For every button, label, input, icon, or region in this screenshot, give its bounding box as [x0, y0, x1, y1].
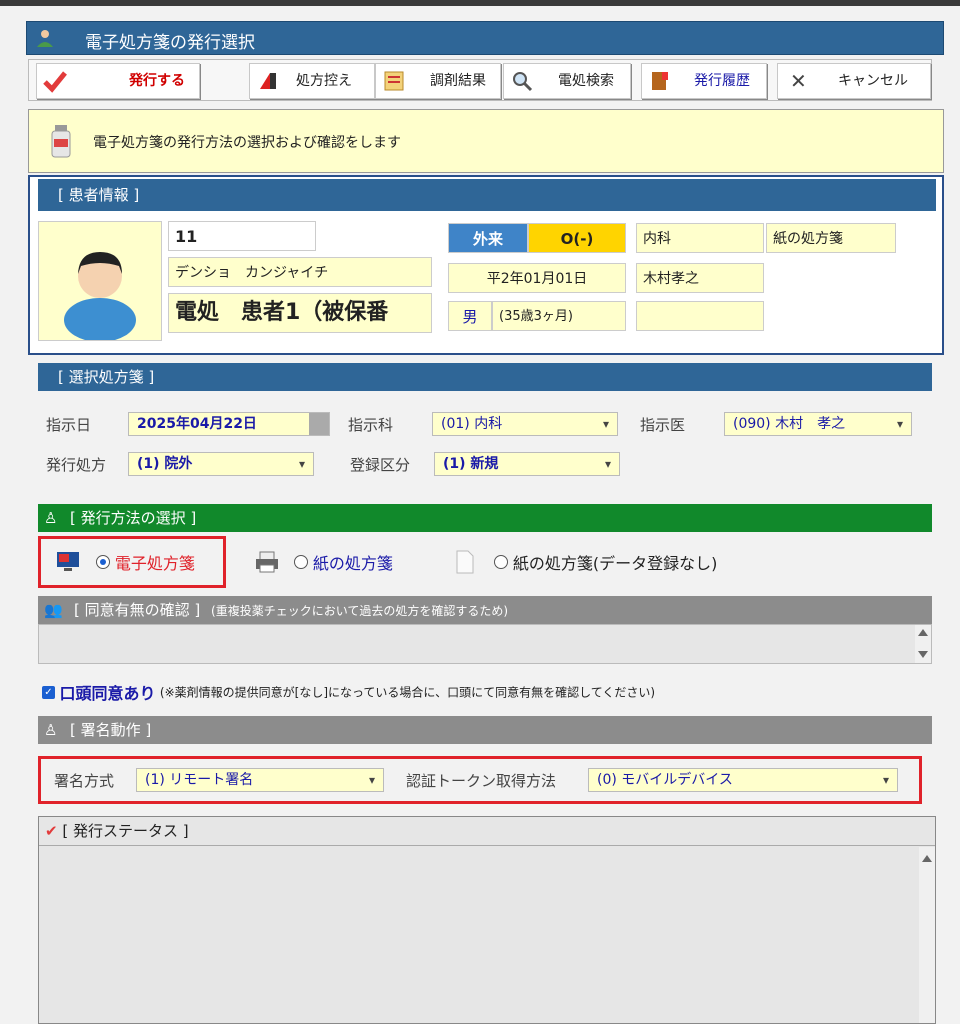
chevron-down-icon: ▾ — [882, 773, 889, 787]
checkmark-icon — [43, 71, 67, 93]
toolbar: 発行する 処方控え 調剤結果 電処検索 発行履歴 ✕ キャンセル — [28, 59, 932, 101]
window-titlebar: 電子処方箋の発行選択 — [26, 21, 944, 55]
cancel-button[interactable]: ✕ キャンセル — [777, 63, 931, 99]
chevron-down-icon: ▾ — [604, 457, 611, 471]
flag-icon — [260, 73, 276, 89]
issue-select[interactable]: (1) 院外 ▾ — [128, 452, 314, 476]
date-picker[interactable]: 2025年04月22日 — [128, 412, 330, 436]
chevron-down-icon: ▾ — [602, 417, 609, 431]
person-icon: ♙ — [44, 721, 58, 739]
date-label: 指示日 — [46, 416, 92, 434]
chevron-down-icon: ▾ — [298, 457, 305, 471]
scroll-down-icon[interactable] — [918, 651, 928, 658]
patient-section-header: [ 患者情報 ] — [38, 179, 936, 211]
signature-header: ♙[ 署名動作 ] — [38, 716, 932, 744]
method-option-paper[interactable]: 紙の処方箋 — [254, 550, 393, 574]
method-option-paper-no-data[interactable]: 紙の処方箋(データ登録なし) — [452, 550, 717, 574]
reg-select[interactable]: (1) 新規 ▾ — [434, 452, 620, 476]
issue-button[interactable]: 発行する — [36, 63, 200, 99]
status-scrollbar[interactable] — [919, 847, 935, 1023]
issue-status-panel: ✔ [ 発行ステータス ] — [38, 816, 936, 1024]
issue-status-header: ✔ [ 発行ステータス ] — [39, 817, 935, 846]
document-icon — [384, 71, 404, 91]
window-title: 電子処方箋の発行選択 — [85, 33, 255, 53]
patient-empty-cell — [636, 301, 764, 331]
top-edge — [0, 0, 960, 6]
token-method-label: 認証トークン取得方法 — [406, 772, 557, 790]
avatar — [38, 221, 162, 342]
signature-method-select[interactable]: (1) リモート署名 ▾ — [136, 768, 384, 792]
patient-birthdate: 平2年01月01日 — [448, 263, 626, 293]
monitor-icon — [57, 552, 79, 571]
doctor-label: 指示医 — [640, 416, 686, 434]
prescription-type: 紙の処方箋 — [766, 223, 896, 253]
patient-age: (35歳3ヶ月) — [492, 301, 626, 331]
token-method-select[interactable]: (0) モバイルデバイス ▾ — [588, 768, 898, 792]
patient-panel: [ 患者情報 ] 11 デンショ カンジャイチ 電処 患者1（被保番 外来 O(… — [28, 175, 944, 355]
info-message: 電子処方箋の発行方法の選択および確認をします — [93, 135, 401, 151]
dispense-result-button[interactable]: 調剤結果 — [375, 63, 501, 99]
patient-id: 11 — [168, 221, 316, 251]
radio-paper-no-data[interactable] — [494, 555, 509, 569]
issue-history-button[interactable]: 発行履歴 — [641, 63, 767, 99]
doctor-select[interactable]: (090) 木村 孝之 ▾ — [724, 412, 912, 436]
reg-label: 登録区分 — [350, 456, 411, 474]
printer-icon — [256, 551, 278, 573]
scroll-up-icon[interactable] — [918, 629, 928, 636]
person-icon — [64, 252, 136, 342]
issue-method-header: ♙[ 発行方法の選択 ] — [38, 504, 932, 532]
consent-header: 👥[ 同意有無の確認 ] (重複投薬チェックにおいて過去の処方を確認するため) — [38, 596, 932, 624]
consent-scrollbar[interactable] — [915, 625, 931, 663]
e-prescription-search-button[interactable]: 電処検索 — [503, 63, 631, 99]
visit-code-badge: O(-) — [528, 223, 626, 253]
radio-paper[interactable] — [294, 555, 309, 569]
medicine-bottle-icon — [51, 125, 71, 158]
issue-label: 発行処方 — [46, 456, 107, 474]
verbal-consent-row: ✓ 口頭同意あり (※薬剤情報の提供同意が[なし]になっている場合に、口頭にて同… — [42, 680, 655, 704]
close-icon: ✕ — [790, 69, 807, 93]
prescription-copy-button[interactable]: 処方控え — [249, 63, 375, 99]
doctor-icon: ♙ — [44, 509, 58, 527]
people-icon: 👥 — [44, 601, 63, 619]
info-banner: 電子処方箋の発行方法の選択および確認をします — [28, 109, 944, 173]
dept-select[interactable]: (01) 内科 ▾ — [432, 412, 618, 436]
dept-label: 指示科 — [348, 416, 394, 434]
patient-department: 内科 — [636, 223, 764, 253]
history-book-icon — [652, 72, 668, 90]
patient-name: 電処 患者1（被保番 — [168, 293, 432, 333]
visit-type-badge: 外来 — [448, 223, 528, 253]
checkmark-icon: ✔ — [45, 822, 58, 840]
radio-e-prescription[interactable] — [96, 555, 111, 569]
magnifier-icon — [513, 72, 533, 92]
consent-textarea[interactable] — [38, 624, 932, 664]
chevron-down-icon: ▾ — [896, 417, 903, 431]
signature-method-label: 署名方式 — [54, 772, 115, 790]
blank-document-icon — [456, 550, 474, 574]
method-option-e-prescription[interactable]: 電子処方箋 — [56, 550, 195, 574]
chevron-down-icon: ▾ — [368, 773, 375, 787]
calendar-dropdown-icon[interactable] — [309, 413, 329, 435]
doctor-icon — [37, 30, 53, 47]
verbal-consent-checkbox[interactable]: ✓ — [42, 685, 55, 699]
patient-sex: 男 — [448, 301, 492, 331]
patient-kana: デンショ カンジャイチ — [168, 257, 432, 287]
scroll-up-icon[interactable] — [922, 855, 932, 862]
patient-doctor: 木村孝之 — [636, 263, 764, 293]
selected-prescription-header: [ 選択処方箋 ] — [38, 363, 932, 391]
